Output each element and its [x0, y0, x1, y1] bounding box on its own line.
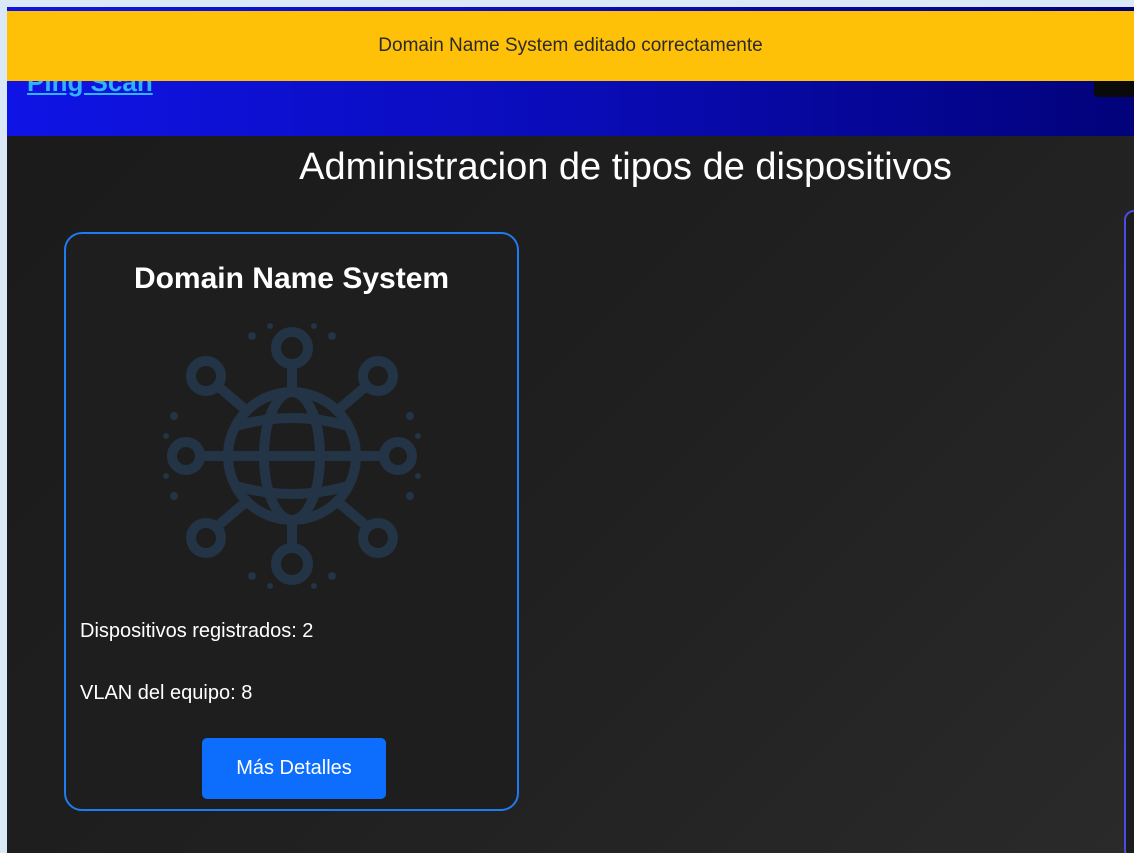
- more-details-button[interactable]: Más Detalles: [202, 738, 386, 799]
- toast-message: Domain Name System editado correctamente: [378, 35, 763, 56]
- registered-devices-count: Dispositivos registrados: 2: [80, 620, 314, 642]
- page-title: Administracion de tipos de dispositivos: [299, 146, 952, 188]
- app-viewport: Ping Scan Domain Name System editado cor…: [7, 7, 1134, 853]
- side-panel-edge: [1124, 210, 1134, 853]
- globe-network-icon: [163, 323, 421, 589]
- vlan-value: VLAN del equipo: 8: [80, 682, 253, 704]
- card-title: Domain Name System: [133, 262, 450, 295]
- success-toast: Domain Name System editado correctamente: [7, 11, 1134, 81]
- device-type-card: Domain Name System Dispositivos registra…: [64, 232, 519, 811]
